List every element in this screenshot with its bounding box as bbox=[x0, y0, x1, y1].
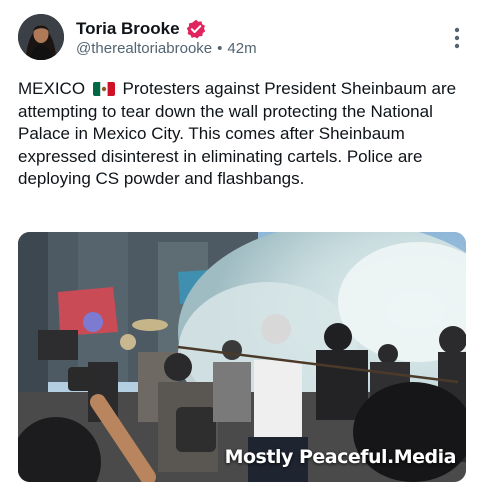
post-media[interactable]: Mostly Peaceful.Media bbox=[18, 232, 466, 482]
meta-separator: • bbox=[217, 40, 223, 57]
author-display-name[interactable]: Toria Brooke bbox=[76, 19, 180, 39]
media-watermark: Mostly Peaceful.Media bbox=[224, 446, 457, 468]
avatar-image bbox=[18, 14, 64, 60]
name-row: Toria Brooke bbox=[76, 17, 206, 41]
verified-badge-icon bbox=[186, 19, 206, 39]
post-header: Toria Brooke @therealtoriabrooke • 42m bbox=[18, 14, 468, 62]
post-text-prefix: MEXICO bbox=[18, 79, 86, 98]
protest-photo-icon bbox=[18, 232, 466, 482]
more-options-icon[interactable] bbox=[450, 26, 464, 50]
post-body: MEXICO Protesters against President Shei… bbox=[18, 78, 466, 191]
post-timestamp[interactable]: 42m bbox=[227, 40, 256, 57]
mexico-flag-icon bbox=[92, 82, 115, 96]
author-handle[interactable]: @therealtoriabrooke bbox=[76, 40, 212, 57]
avatar[interactable] bbox=[18, 14, 64, 60]
author-meta: @therealtoriabrooke • 42m bbox=[76, 40, 257, 57]
